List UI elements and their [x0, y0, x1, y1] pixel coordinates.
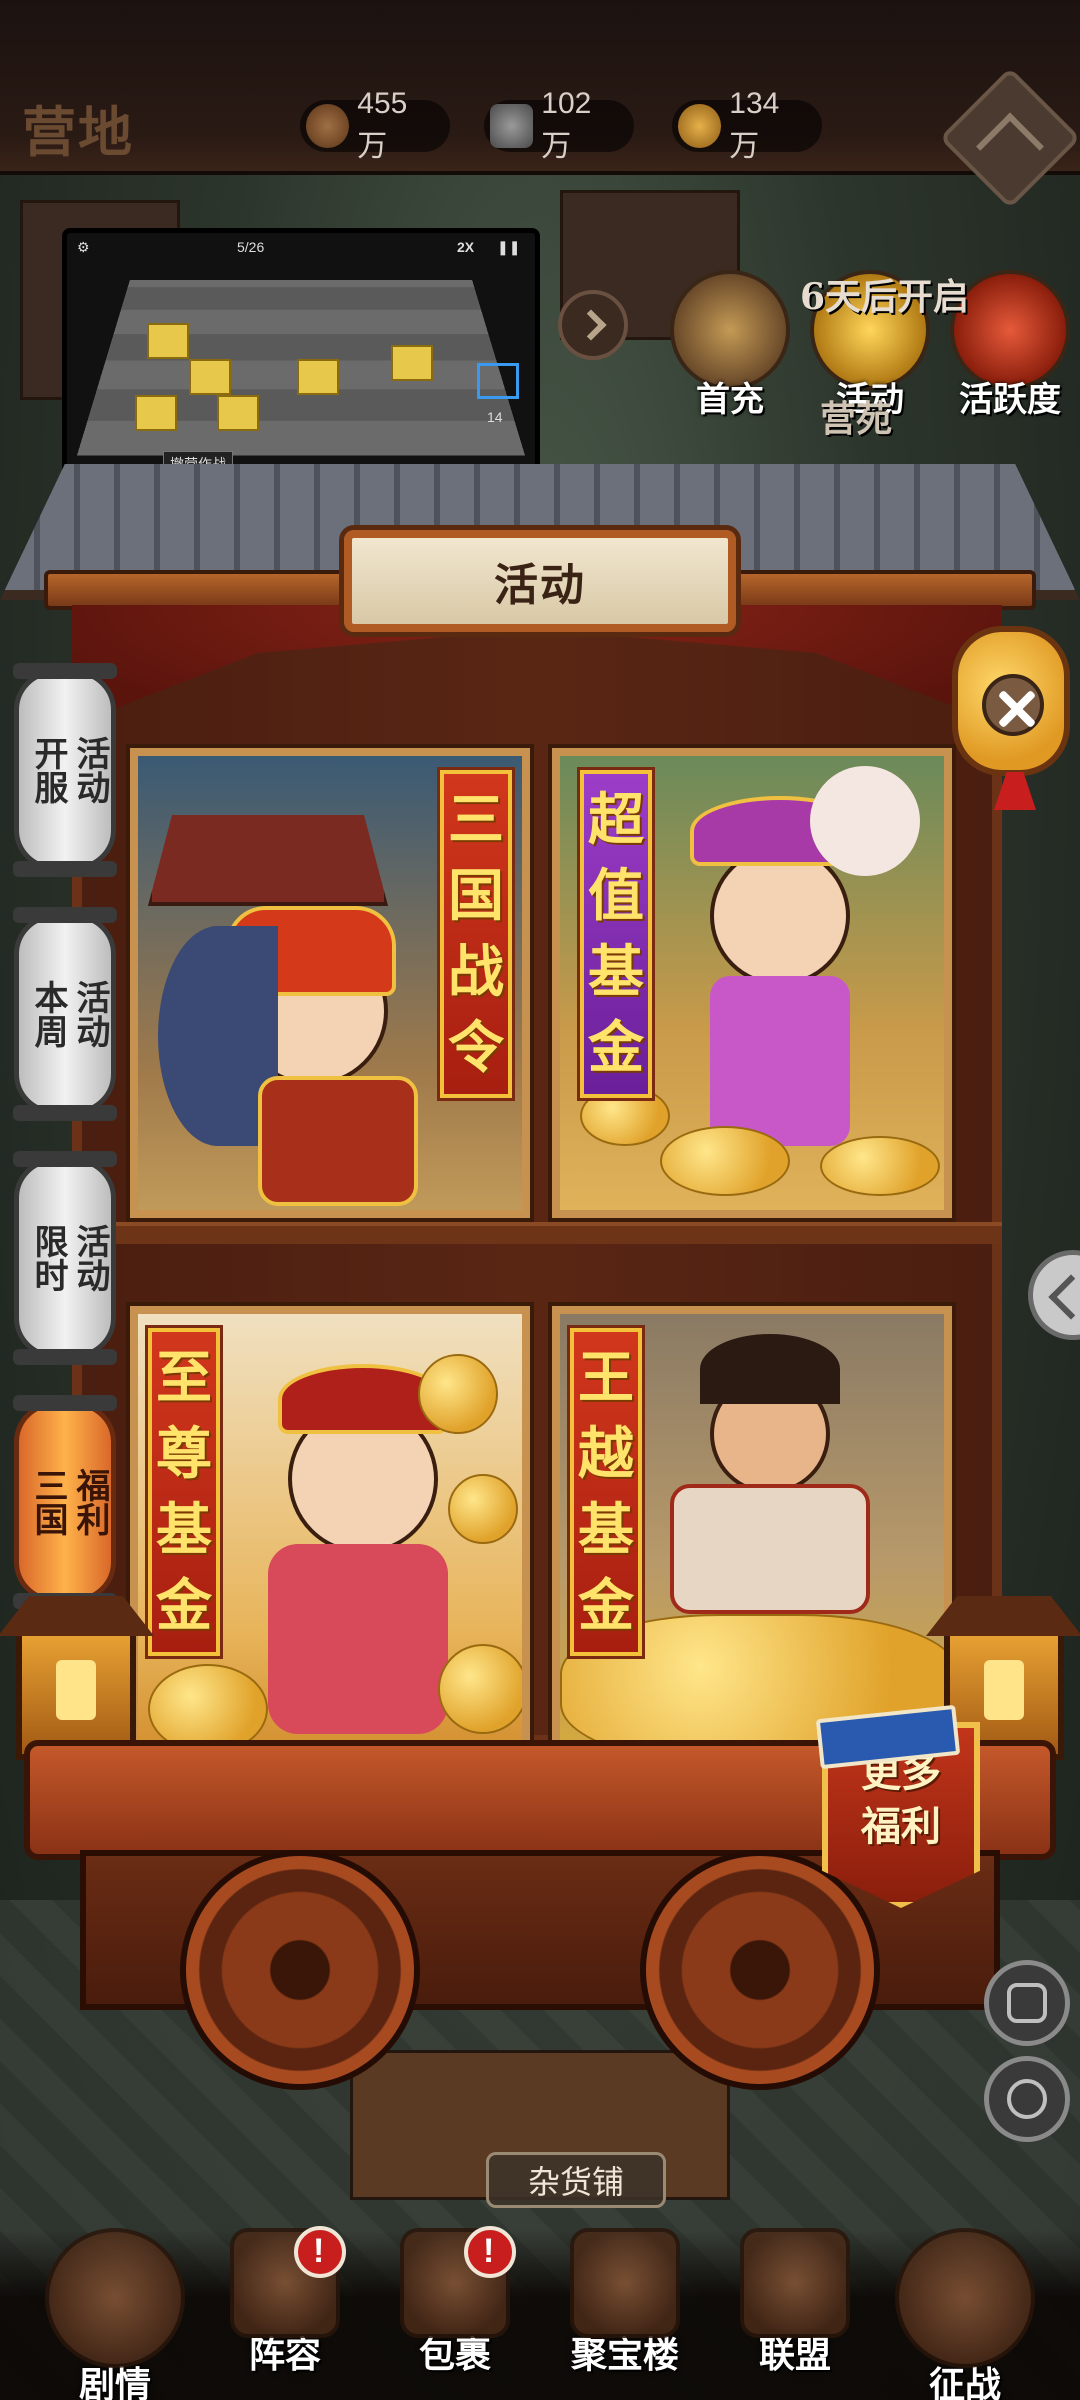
nav-campaign[interactable]: 征战 — [890, 2228, 1040, 2400]
banner-char: 基 — [588, 939, 644, 1005]
general-store-label[interactable]: 杂货铺 — [486, 2152, 666, 2208]
banner-char: 超 — [588, 787, 644, 853]
more-benefits-label: 福利 — [861, 1803, 941, 1850]
pause-icon: ❚❚ — [497, 239, 521, 255]
chevron-left-icon — [976, 112, 1044, 181]
card-supreme-fund[interactable]: 至 尊 基 金 — [130, 1306, 530, 1776]
tab-label: 开服 — [28, 736, 68, 804]
alert-badge — [464, 2226, 516, 2278]
first-recharge-label: 首充 — [696, 380, 764, 420]
grain-icon — [678, 104, 722, 148]
banner-char: 越 — [578, 1421, 634, 1487]
tab-label: 活动 — [70, 736, 110, 804]
card-banner: 三 国 战 令 — [440, 770, 512, 1098]
nav-bag[interactable]: 包裹 — [380, 2226, 530, 2398]
camp-sub-label: 营苑 — [820, 398, 893, 440]
banner-char: 三 — [448, 787, 504, 853]
grain-amount: 134万 — [729, 87, 780, 163]
deploy-tile — [189, 359, 231, 395]
deploy-tile — [217, 395, 259, 431]
close-icon — [982, 674, 1044, 736]
deploy-tile — [297, 359, 339, 395]
warrior-icon — [895, 2228, 1035, 2368]
tab-label: 福利 — [70, 1468, 110, 1536]
deploy-tile — [391, 345, 433, 381]
banner-char: 尊 — [156, 1421, 212, 1487]
card-banner: 王 越 基 金 — [570, 1328, 642, 1656]
gear-icon: ⚙ — [77, 239, 90, 255]
card-banner: 超 值 基 金 — [580, 770, 652, 1098]
ore-resource[interactable]: 102万 — [484, 87, 634, 163]
hanging-hook — [746, 748, 758, 752]
target-tile — [477, 363, 519, 399]
banner-char: 金 — [578, 1573, 634, 1639]
hanging-hook — [746, 1306, 758, 1310]
grain-resource[interactable]: 134万 — [672, 87, 822, 163]
handshake-button[interactable] — [984, 1960, 1070, 2046]
banner-char: 基 — [578, 1497, 634, 1563]
card-banner: 至 尊 基 金 — [148, 1328, 220, 1656]
expand-arrow-button[interactable] — [558, 290, 628, 360]
card-three-kingdoms-pass[interactable]: 三 国 战 令 — [130, 748, 530, 1218]
banner-char: 战 — [448, 939, 504, 1005]
card-wang-yue-fund[interactable]: 王 越 基 金 — [552, 1306, 952, 1776]
general-store-text: 杂货铺 — [527, 2163, 624, 2201]
remaining-counter: 14 — [487, 409, 503, 425]
copper-coin-icon — [306, 104, 350, 148]
tab-three-kingdoms-benefits[interactable]: 三国 福利 — [13, 1395, 117, 1609]
speed-indicator: 2X — [457, 239, 475, 255]
card-value-fund[interactable]: 超 值 基 金 — [552, 748, 952, 1218]
camp-title: 营地 — [22, 100, 134, 164]
banner-char: 基 — [156, 1497, 212, 1563]
nav-treasure-tower[interactable]: 聚宝楼 — [550, 2228, 700, 2398]
tab-label: 活动 — [70, 980, 110, 1048]
tab-label: 活动 — [70, 1224, 110, 1292]
cart-wheel — [180, 1850, 420, 2090]
hanging-hook — [324, 748, 336, 752]
ore-icon — [490, 104, 534, 148]
deploy-tile — [147, 323, 189, 359]
story-icon — [45, 2228, 185, 2368]
chevron-right-icon — [575, 309, 607, 341]
top-bar: 营地 455万 102万 134万 — [0, 0, 1080, 209]
treasure-tower-icon — [570, 2228, 680, 2338]
copper-amount: 455万 — [357, 87, 408, 163]
alert-badge — [294, 2226, 346, 2278]
tab-server-open-activity[interactable]: 开服 活动 — [13, 663, 117, 877]
ore-amount: 102万 — [541, 87, 592, 163]
unlock-countdown: 6天后开启 — [800, 276, 970, 318]
nav-lineup[interactable]: 阵容 — [210, 2226, 360, 2398]
copper-resource[interactable]: 455万 — [300, 87, 450, 163]
cart-wheel — [640, 1850, 880, 2090]
shelf-divider — [72, 1222, 1002, 1244]
banner-char: 值 — [588, 863, 644, 929]
banner-char: 金 — [156, 1573, 212, 1639]
banner-char: 王 — [578, 1345, 634, 1411]
gameplay-video-thumbnail[interactable]: ⚙ 5/26 2X ❚❚ 14 撤营作战 — [62, 228, 540, 496]
alliance-banner-icon — [740, 2228, 850, 2338]
panel-title: 活动 — [494, 560, 586, 611]
wave-counter: 5/26 — [237, 239, 265, 255]
tab-limited-activity[interactable]: 限时 活动 — [13, 1151, 117, 1365]
banner-char: 至 — [156, 1345, 212, 1411]
handshake-icon — [1007, 1983, 1047, 2023]
first-recharge-button[interactable]: 首充 — [660, 270, 800, 421]
tab-label: 三国 — [28, 1468, 68, 1536]
nav-story[interactable]: 剧情 — [40, 2228, 190, 2400]
banner-char: 金 — [588, 1015, 644, 1081]
deploy-tile — [135, 395, 177, 431]
nav-alliance[interactable]: 联盟 — [720, 2228, 870, 2398]
chat-button[interactable] — [984, 2056, 1070, 2142]
chat-icon — [1007, 2079, 1047, 2119]
tab-weekly-activity[interactable]: 本周 活动 — [13, 907, 117, 1121]
banner-char: 国 — [448, 863, 504, 929]
activeness-label: 活跃度 — [959, 380, 1061, 420]
tab-label: 限时 — [28, 1224, 68, 1292]
panel-title-plaque: 活动 — [344, 530, 736, 632]
tab-label: 本周 — [28, 980, 68, 1048]
hanging-hook — [324, 1306, 336, 1310]
close-button[interactable] — [952, 626, 1070, 810]
banner-char: 令 — [448, 1015, 504, 1081]
